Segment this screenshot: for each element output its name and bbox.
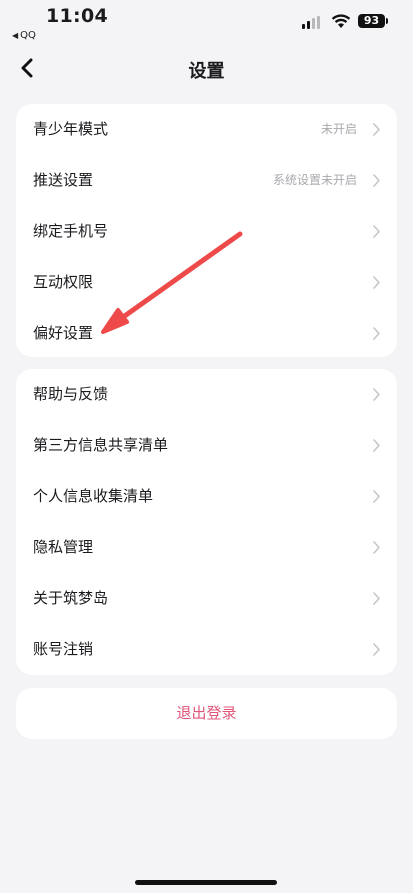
row-value: 系统设置未开启	[272, 173, 357, 187]
row-label: 推送设置	[33, 171, 94, 189]
row-label: 关于筑梦岛	[33, 589, 109, 607]
row-label: 青少年模式	[33, 120, 109, 138]
row-label: 个人信息收集清单	[33, 487, 154, 505]
chevron-right-icon	[373, 174, 380, 187]
chevron-right-icon	[373, 439, 380, 452]
logout-button[interactable]: 退出登录	[16, 688, 397, 739]
status-bar: 11:04 ◀ QQ 93	[0, 0, 413, 46]
battery-cap	[386, 18, 388, 24]
settings-group-primary: 青少年模式 未开启 推送设置 系统设置未开启 绑定手机号 互动权限 偏好设置	[16, 104, 397, 357]
chevron-right-icon	[373, 225, 380, 238]
chevron-right-icon	[373, 276, 380, 289]
settings-row-about[interactable]: 关于筑梦岛	[16, 573, 397, 624]
cellular-signal-icon	[302, 16, 324, 29]
page-title: 设置	[188, 61, 225, 82]
battery-icon: 93	[358, 14, 385, 28]
chevron-right-icon	[373, 643, 380, 656]
back-to-app-link[interactable]: ◀ QQ	[12, 30, 36, 41]
chevron-right-icon	[373, 388, 380, 401]
row-label: 第三方信息共享清单	[33, 436, 169, 454]
chevron-right-icon	[373, 123, 380, 136]
settings-row-teen-mode[interactable]: 青少年模式 未开启	[16, 104, 397, 155]
home-indicator[interactable]	[135, 880, 277, 885]
settings-row-delete-account[interactable]: 账号注销	[16, 624, 397, 675]
settings-row-push[interactable]: 推送设置 系统设置未开启	[16, 155, 397, 206]
settings-row-bind-phone[interactable]: 绑定手机号	[16, 206, 397, 257]
back-app-label: QQ	[20, 30, 36, 41]
wifi-icon	[331, 14, 351, 28]
settings-row-personal-info-list[interactable]: 个人信息收集清单	[16, 471, 397, 522]
chevron-right-icon	[373, 490, 380, 503]
back-triangle-icon: ◀	[12, 31, 19, 40]
row-value: 未开启	[320, 122, 357, 136]
row-label: 绑定手机号	[33, 222, 109, 240]
chevron-right-icon	[373, 327, 380, 340]
row-label: 偏好设置	[33, 324, 94, 342]
row-label: 账号注销	[33, 640, 94, 658]
row-label: 帮助与反馈	[33, 385, 109, 403]
settings-row-privacy[interactable]: 隐私管理	[16, 522, 397, 573]
settings-row-interaction-permissions[interactable]: 互动权限	[16, 257, 397, 308]
nav-bar: 设置	[0, 46, 413, 90]
chevron-right-icon	[373, 592, 380, 605]
row-label: 互动权限	[33, 273, 94, 291]
settings-row-help-feedback[interactable]: 帮助与反馈	[16, 369, 397, 420]
status-time: 11:04	[46, 5, 108, 27]
settings-group-info: 帮助与反馈 第三方信息共享清单 个人信息收集清单 隐私管理 关于筑梦岛 账号注销	[16, 369, 397, 675]
settings-row-preferences[interactable]: 偏好设置	[16, 308, 397, 359]
row-label: 隐私管理	[33, 538, 94, 556]
settings-row-third-party-sharing[interactable]: 第三方信息共享清单	[16, 420, 397, 471]
chevron-right-icon	[373, 541, 380, 554]
